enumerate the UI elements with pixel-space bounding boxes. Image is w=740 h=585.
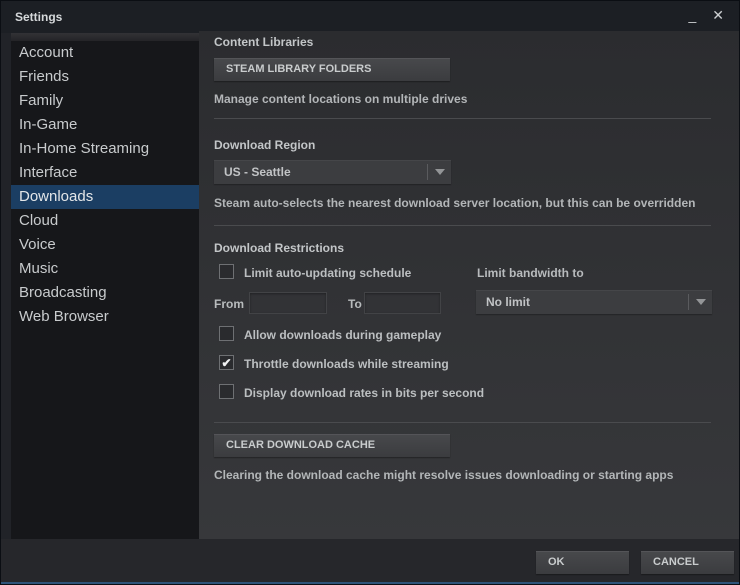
sidebar-item-in-home-streaming[interactable]: In-Home Streaming xyxy=(11,137,199,161)
dropdown-arrow-cell[interactable] xyxy=(427,164,451,180)
sidebar-item-music[interactable]: Music xyxy=(11,257,199,281)
downloads-settings-panel xyxy=(199,31,740,539)
sidebar-item-downloads[interactable]: Downloads xyxy=(11,185,199,209)
minimize-icon[interactable]: _ xyxy=(685,5,699,25)
close-icon[interactable]: ✕ xyxy=(709,5,727,25)
schedule-from-input[interactable] xyxy=(249,292,327,314)
display-rates-checkbox[interactable] xyxy=(219,384,234,399)
footer-bar xyxy=(1,539,740,584)
sidebar-item-interface[interactable]: Interface xyxy=(11,161,199,185)
download-region-dropdown[interactable]: US - Seattle xyxy=(214,160,451,184)
chevron-down-icon xyxy=(696,299,706,305)
sidebar-item-family[interactable]: Family xyxy=(11,89,199,113)
ok-button[interactable]: OK xyxy=(536,551,629,574)
window-title: Settings xyxy=(15,10,62,24)
sidebar-item-cloud[interactable]: Cloud xyxy=(11,209,199,233)
throttle-downloads-checkbox[interactable]: ✔ xyxy=(219,355,234,370)
download-region-selected-value: US - Seattle xyxy=(224,165,291,179)
allow-downloads-checkbox[interactable] xyxy=(219,326,234,341)
limit-bandwidth-label: Limit bandwidth to xyxy=(477,266,584,280)
section-divider xyxy=(214,225,711,226)
limit-auto-updating-label[interactable]: Limit auto-updating schedule xyxy=(244,266,411,280)
download-cache-description: Clearing the download cache might resolv… xyxy=(214,468,673,482)
schedule-to-input[interactable] xyxy=(364,292,441,314)
settings-sidebar: Account Friends Family In-Game In-Home S… xyxy=(11,33,199,539)
section-divider xyxy=(214,422,711,423)
limit-auto-updating-checkbox[interactable] xyxy=(219,264,234,279)
cancel-button[interactable]: CANCEL xyxy=(641,551,734,574)
window-controls: _ ✕ xyxy=(685,5,727,25)
settings-window: Settings _ ✕ Account Friends Family In-G… xyxy=(0,0,740,585)
sidebar-item-friends[interactable]: Friends xyxy=(11,65,199,89)
checkmark-icon: ✔ xyxy=(221,356,231,370)
to-label: To xyxy=(348,297,362,311)
limit-bandwidth-selected-value: No limit xyxy=(486,295,530,309)
window-bottom-accent xyxy=(1,582,739,584)
sidebar-list: Account Friends Family In-Game In-Home S… xyxy=(11,41,199,329)
clear-download-cache-button[interactable]: CLEAR DOWNLOAD CACHE xyxy=(214,434,450,457)
content-libraries-description: Manage content locations on multiple dri… xyxy=(214,92,467,106)
content-libraries-heading: Content Libraries xyxy=(214,35,313,49)
download-region-description: Steam auto-selects the nearest download … xyxy=(214,196,695,210)
sidebar-item-voice[interactable]: Voice xyxy=(11,233,199,257)
sidebar-item-web-browser[interactable]: Web Browser xyxy=(11,305,199,329)
steam-library-folders-button[interactable]: STEAM LIBRARY FOLDERS xyxy=(214,58,450,81)
display-rates-label[interactable]: Display download rates in bits per secon… xyxy=(244,386,484,400)
download-restrictions-heading: Download Restrictions xyxy=(214,241,344,255)
sidebar-top-highlight xyxy=(11,33,199,41)
title-bar: Settings _ ✕ xyxy=(1,1,739,33)
allow-downloads-label[interactable]: Allow downloads during gameplay xyxy=(244,328,441,342)
sidebar-item-account[interactable]: Account xyxy=(11,41,199,65)
limit-bandwidth-dropdown[interactable]: No limit xyxy=(476,290,712,314)
chevron-down-icon xyxy=(435,169,445,175)
sidebar-item-in-game[interactable]: In-Game xyxy=(11,113,199,137)
download-region-heading: Download Region xyxy=(214,138,315,152)
dropdown-arrow-cell[interactable] xyxy=(688,294,712,310)
from-label: From xyxy=(214,297,244,311)
throttle-downloads-label[interactable]: Throttle downloads while streaming xyxy=(244,357,449,371)
section-divider xyxy=(214,118,711,119)
sidebar-item-broadcasting[interactable]: Broadcasting xyxy=(11,281,199,305)
